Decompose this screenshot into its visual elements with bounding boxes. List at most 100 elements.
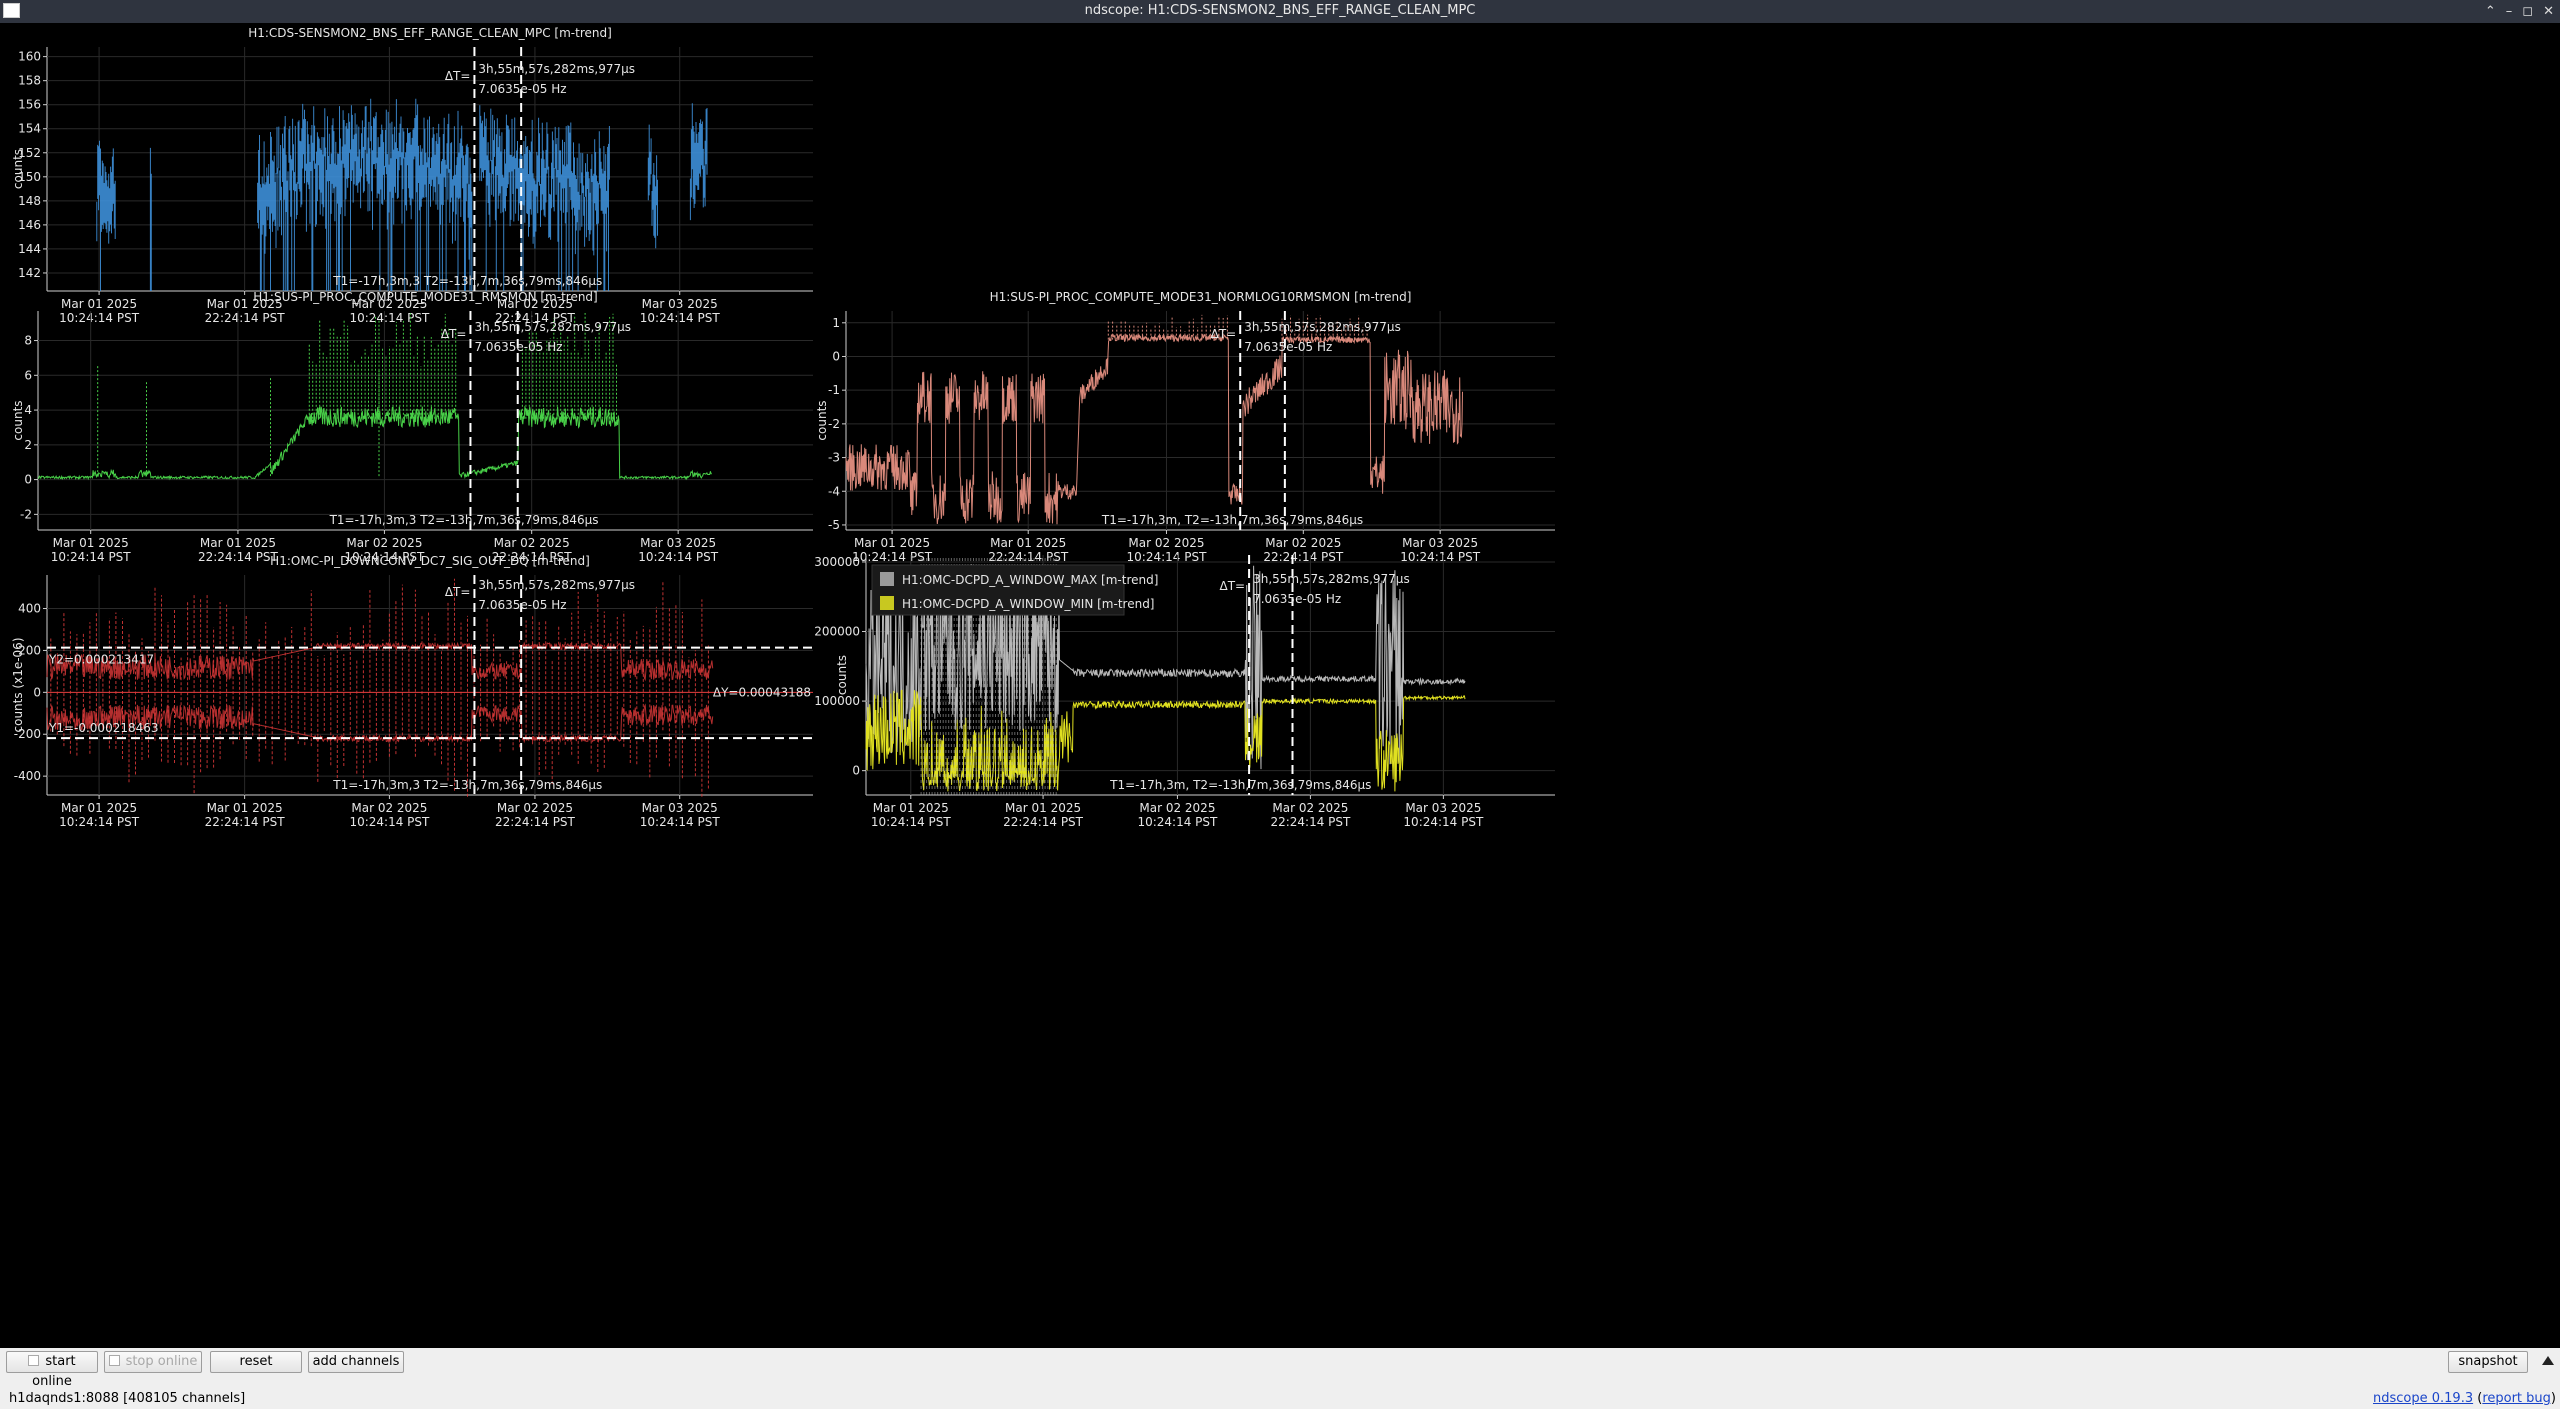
x-tick-time: 10:24:14 PST <box>51 550 132 564</box>
t-cursor-readout: T1=-17h,3m,3 T2=-13h,7m,36s,79ms,846μs <box>329 513 599 527</box>
x-tick-time: 22:24:14 PST <box>1270 815 1351 829</box>
y-tick-label: -3 <box>828 451 840 465</box>
delta-t-value: 3h,55m,57s,282ms,977μs <box>474 320 631 334</box>
window-titlebar: ndscope: H1:CDS-SENSMON2_BNS_EFF_RANGE_C… <box>0 0 2560 23</box>
y-tick-label: -400 <box>14 769 41 783</box>
x-tick-time: 10:24:14 PST <box>349 815 430 829</box>
x-tick-time: 10:24:14 PST <box>349 311 430 325</box>
legend: H1:OMC-DCPD_A_WINDOW_MAX [m-trend] H1:OMC… <box>871 564 1158 616</box>
y-tick-label: 144 <box>18 242 41 256</box>
y-tick-label: 300000 <box>814 555 860 569</box>
x-tick-date: Mar 01 2025 <box>990 536 1066 550</box>
y-tick-label: 200000 <box>814 625 860 639</box>
legend-label: H1:OMC-DCPD_A_WINDOW_MAX [m-trend] <box>902 573 1158 587</box>
maximize-button[interactable]: ◻ <box>2522 4 2533 19</box>
delta-t-label: ΔT= <box>441 327 467 341</box>
x-tick-date: Mar 01 2025 <box>61 801 137 815</box>
x-tick-time: 10:24:14 PST <box>1403 815 1484 829</box>
delta-y-readout: ΔY=0.00043188 <box>713 685 811 699</box>
y-tick-label: 0 <box>24 473 32 487</box>
delta-t-label: ΔT= <box>445 69 471 83</box>
snapshot-button[interactable]: snapshot <box>2448 1351 2528 1373</box>
x-tick-time: 10:24:14 PST <box>59 815 140 829</box>
y-tick-label: 2 <box>24 438 32 452</box>
plot-title: H1:OMC-PI_DOWNCONV_DC7_SIG_OUT_DQ [m-tre… <box>270 554 590 568</box>
legend-swatch <box>880 596 894 610</box>
x-tick-date: Mar 02 2025 <box>494 536 570 550</box>
y-tick-label: 4 <box>24 403 32 417</box>
y-tick-label: 158 <box>18 74 41 88</box>
start-online-button[interactable]: start online <box>6 1351 98 1389</box>
control-bar: start online stop online reset add chann… <box>0 1348 2560 1409</box>
delta-t-value: 3h,55m,57s,282ms,977μs <box>478 578 635 592</box>
delta-freq-value: 7.0635e-05 Hz <box>478 82 566 96</box>
x-tick-time: 22:24:14 PST <box>198 550 279 564</box>
x-tick-time: 22:24:14 PST <box>205 311 286 325</box>
y-tick-label: 1 <box>832 316 840 330</box>
y-axis-label: counts <box>815 400 829 440</box>
y-axis-label: counts <box>11 400 25 440</box>
y-tick-label: 0 <box>33 685 41 699</box>
y2-cursor-readout: Y2=0.000213417 <box>48 653 154 667</box>
plot-title: H1:CDS-SENSMON2_BNS_EFF_RANGE_CLEAN_MPC … <box>248 26 612 40</box>
expand-arrow-icon[interactable] <box>2542 1356 2554 1365</box>
version-link[interactable]: ndscope 0.19.3 <box>2373 1391 2473 1406</box>
t-cursor-readout: T1=-17h,3m, T2=-13h,7m,36s,79ms,846μs <box>1101 513 1363 527</box>
delta-t-value: 3h,55m,57s,282ms,977μs <box>1253 572 1410 586</box>
close-button[interactable]: ✕ <box>2543 4 2554 19</box>
plot-p4: 4002000-200-400Mar 01 202510:24:14 PSTMa… <box>11 554 813 829</box>
y1-cursor-readout: Y1=-0.000218463 <box>48 721 159 735</box>
channel-trace-blue <box>96 98 708 291</box>
y-tick-label: 0 <box>852 764 860 778</box>
channel-spikes-red <box>50 578 709 797</box>
y-tick-label: -2 <box>20 507 32 521</box>
delta-t-value: 3h,55m,57s,282ms,977μs <box>478 62 635 76</box>
plot-title: H1:SUS-PI_PROC_COMPUTE_MODE31_NORMLOG10R… <box>990 290 1412 304</box>
delta-t-label: ΔT= <box>445 585 471 599</box>
x-tick-date: Mar 02 2025 <box>346 536 422 550</box>
plot-p3: 10-1-2-3-4-5Mar 01 202510:24:14 PSTMar 0… <box>815 290 1555 564</box>
y-tick-label: 148 <box>18 194 41 208</box>
plots-canvas[interactable]: 160158156154152150148146144142Mar 01 202… <box>0 23 2560 1348</box>
y-tick-label: -5 <box>828 518 840 532</box>
y-tick-label: -4 <box>828 484 840 498</box>
y-tick-label: -2 <box>828 417 840 431</box>
x-tick-date: Mar 02 2025 <box>1265 536 1341 550</box>
y-tick-label: -1 <box>828 383 840 397</box>
plot-p5: 3000002000001000000Mar 01 202510:24:14 P… <box>814 555 1555 829</box>
server-status: h1daqnds1:8088 [408105 channels] <box>9 1391 246 1406</box>
plot-p1: 160158156154152150148146144142Mar 01 202… <box>11 26 813 325</box>
t-cursor-readout: T1=-17h,3m,3 T2=-13h,7m,36s,79ms,846μs <box>332 778 602 792</box>
x-tick-date: Mar 02 2025 <box>1272 801 1348 815</box>
minimize-button[interactable]: – <box>2506 4 2513 19</box>
channel-trace-salmon <box>845 332 1463 525</box>
t-cursor-readout: T1=-17h,3m, T2=-13h,7m,36s,79ms,846μs <box>1109 778 1371 792</box>
report-bug-link[interactable]: report bug <box>2482 1391 2551 1406</box>
x-tick-time: 10:24:14 PST <box>59 311 140 325</box>
y-tick-label: 100000 <box>814 694 860 708</box>
add-channels-button[interactable]: add channels <box>308 1351 404 1373</box>
delta-t-value: 3h,55m,57s,282ms,977μs <box>1244 320 1401 334</box>
plot-title: H1:SUS-PI_PROC_COMPUTE_MODE31_RMSMON [m-… <box>253 290 597 304</box>
y-tick-label: 400 <box>18 602 41 616</box>
reset-button[interactable]: reset <box>210 1351 302 1373</box>
y-tick-label: 156 <box>18 98 41 112</box>
version-info: ndscope 0.19.3 (report bug) <box>2373 1391 2556 1406</box>
plot-area[interactable]: 160 158 156 154 152 150 148 146 144 142 Mar 01 202… <box>0 23 2560 1348</box>
x-tick-time: 10:24:14 PST <box>638 550 719 564</box>
plot-p2: 86420-2Mar 01 202510:24:14 PSTMar 01 202… <box>11 290 813 564</box>
x-tick-date: Mar 02 2025 <box>351 801 427 815</box>
x-tick-date: Mar 01 2025 <box>873 801 949 815</box>
x-tick-date: Mar 03 2025 <box>1405 801 1481 815</box>
x-tick-date: Mar 03 2025 <box>642 297 718 311</box>
shade-window-button[interactable]: ⌃ <box>2485 4 2496 19</box>
delta-t-label: ΔT= <box>1211 327 1237 341</box>
x-tick-time: 10:24:14 PST <box>640 815 721 829</box>
x-tick-date: Mar 01 2025 <box>200 536 276 550</box>
window-title: ndscope: H1:CDS-SENSMON2_BNS_EFF_RANGE_C… <box>1084 3 1476 18</box>
x-tick-time: 10:24:14 PST <box>871 815 952 829</box>
y-tick-label: 146 <box>18 218 41 232</box>
x-tick-date: Mar 01 2025 <box>1005 801 1081 815</box>
y-axis-label: counts <box>835 655 849 695</box>
y-tick-label: 142 <box>18 266 41 280</box>
